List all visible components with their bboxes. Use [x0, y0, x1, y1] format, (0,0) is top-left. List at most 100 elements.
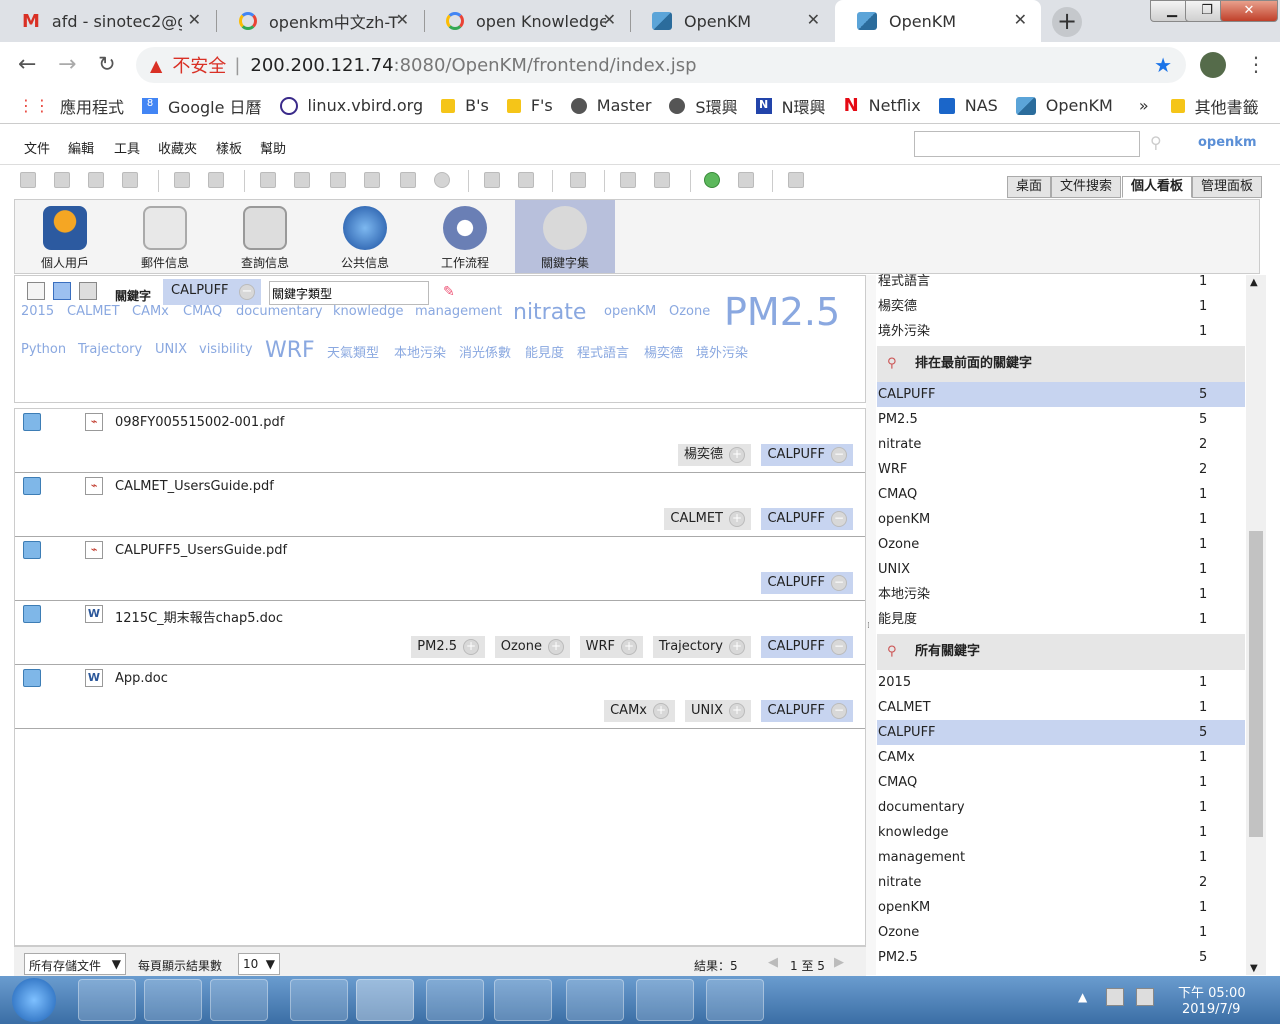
keyword-stat-row[interactable]: 境外污染 1 [877, 319, 1245, 344]
per-page-select[interactable]: 10 ▼ [238, 953, 280, 975]
menu-templates[interactable]: 樣板 [216, 138, 242, 157]
add-tag-icon[interactable]: + [729, 447, 745, 463]
add-to-folder-icon[interactable] [23, 541, 41, 559]
remove-property-icon[interactable] [518, 172, 534, 188]
reload-icon[interactable]: ↻ [98, 52, 116, 76]
delete-icon[interactable] [434, 172, 450, 188]
checkout-icon[interactable] [364, 172, 380, 188]
remove-tag-icon[interactable]: − [831, 575, 847, 591]
lock-icon[interactable] [174, 172, 190, 188]
add-property-icon[interactable] [484, 172, 500, 188]
keyword-stat-row[interactable]: documentary 1 [877, 795, 1245, 820]
tab-openkm-active[interactable]: OpenKM ✕ [835, 0, 1041, 42]
menu-edit[interactable]: 編輯 [68, 138, 94, 157]
back-icon[interactable]: ← [18, 52, 36, 77]
profile-avatar[interactable] [1200, 52, 1226, 78]
add-tag-icon[interactable]: + [463, 639, 479, 655]
clear-filter-icon[interactable]: ✎ [443, 284, 455, 300]
keyword-chip[interactable]: Trajectory + [652, 636, 751, 658]
tab-desktop[interactable]: 桌面 [1007, 176, 1052, 198]
checkin-icon[interactable] [400, 172, 416, 188]
keyword-stat-row[interactable]: openKM 1 [877, 507, 1245, 532]
document-row[interactable]: ⌁ 098FY005515002-001.pdf CALPUFF − 楊奕德 + [15, 409, 865, 473]
edit-document-icon[interactable] [330, 172, 346, 188]
bookmark-folder-f[interactable]: F's [506, 96, 553, 115]
keyword-stat-row[interactable]: 程式語言 1 [877, 269, 1245, 294]
bookmark-folder-b[interactable]: B's [441, 96, 489, 115]
keyword-stat-row[interactable]: CALPUFF 5 [877, 382, 1245, 407]
bookmark-netflix[interactable]: N Netflix [844, 95, 921, 116]
cloud-keyword[interactable]: knowledge [333, 304, 403, 319]
workflow-gear-icon[interactable] [570, 172, 586, 188]
view-medium-icon[interactable] [53, 282, 71, 300]
bookmark-openkm[interactable]: OpenKM [1015, 96, 1113, 115]
menu-tools[interactable]: 工具 [114, 138, 140, 157]
taskbar-terminal-icon[interactable] [290, 979, 348, 1021]
cloud-keyword[interactable]: PM2.5 [724, 290, 840, 334]
cloud-keyword[interactable]: CAMx [132, 304, 169, 319]
keyword-stat-row[interactable]: management 1 [877, 845, 1245, 870]
bookmark-google-calendar[interactable]: 8 Google 日曆 [142, 94, 262, 118]
document-name[interactable]: 098FY005515002-001.pdf [115, 415, 284, 430]
tab-gmail[interactable]: M afd - sinotec2@gr ✕ [0, 0, 215, 42]
keyword-chip[interactable]: CAMx + [604, 700, 675, 722]
cloud-keyword[interactable]: Trajectory [78, 342, 142, 357]
keyword-stat-row[interactable]: 2015 1 [877, 670, 1245, 695]
forward-icon[interactable]: → [58, 52, 76, 77]
keyword-stat-row[interactable]: 本地污染 1 [877, 582, 1245, 607]
home-tool-icon[interactable] [20, 172, 36, 188]
tray-network-icon[interactable] [1136, 988, 1154, 1006]
cloud-keyword[interactable]: CMAQ [183, 304, 222, 319]
keyword-stat-row[interactable]: CALMET 1 [877, 695, 1245, 720]
taskbar-network2-icon[interactable] [494, 979, 552, 1021]
keyword-stat-row[interactable]: PM2.5 5 [877, 407, 1245, 432]
cloud-keyword[interactable]: 本地污染 [394, 342, 446, 361]
bookmark-s[interactable]: S環興 [669, 94, 738, 118]
tab-google-knowledge[interactable]: open Knowledge ✕ [424, 0, 630, 42]
taskbar-explorer-icon[interactable] [144, 979, 202, 1021]
cloud-keyword[interactable]: 2015 [21, 304, 54, 319]
taskbar-ie-icon[interactable] [210, 979, 268, 1021]
keyword-chip[interactable]: CALPUFF − [761, 636, 853, 658]
keyword-stat-row[interactable]: Ozone 1 [877, 532, 1245, 557]
scroll-down-icon[interactable]: ▼ [1250, 963, 1258, 974]
remove-tag-icon[interactable]: − [831, 511, 847, 527]
keyword-stat-row[interactable]: CMAQ 1 [877, 482, 1245, 507]
cloud-keyword[interactable]: CALMET [67, 304, 120, 319]
tray-arrow-icon[interactable]: ▲ [1078, 990, 1087, 1004]
dash-workflow[interactable]: 工作流程 [415, 200, 515, 273]
scroll-up-icon[interactable]: ▲ [1250, 277, 1258, 288]
bookmark-master[interactable]: Master [570, 96, 651, 115]
add-tag-icon[interactable]: + [729, 703, 745, 719]
taskbar-outlook-icon[interactable] [426, 979, 484, 1021]
keyword-stat-row[interactable]: openKM 1 [877, 895, 1245, 920]
remove-tag-icon[interactable]: − [831, 703, 847, 719]
bookmark-vbird[interactable]: linux.vbird.org [279, 96, 423, 115]
search-input[interactable] [914, 131, 1140, 157]
tray-flag-icon[interactable] [1106, 988, 1124, 1006]
cloud-keyword[interactable]: management [415, 304, 502, 319]
keyword-chip[interactable]: CALMET + [664, 508, 751, 530]
remove-keyword-icon[interactable]: − [239, 284, 255, 300]
print-icon[interactable] [122, 172, 138, 188]
keyword-stat-row[interactable]: Ozone 1 [877, 920, 1245, 945]
close-tab-icon[interactable]: ✕ [1014, 10, 1027, 29]
address-bar[interactable]: ▲ 不安全 | 200.200.121.74 :8080/OpenKM/fron… [136, 47, 1186, 83]
remove-tag-icon[interactable]: − [831, 639, 847, 655]
bookmark-more-button[interactable]: » [1139, 96, 1149, 115]
close-tab-icon[interactable]: ✕ [396, 10, 409, 29]
unlock-icon[interactable] [208, 172, 224, 188]
add-to-folder-icon[interactable] [23, 413, 41, 431]
keyword-chip[interactable]: WRF + [579, 636, 643, 658]
document-name[interactable]: App.doc [115, 671, 168, 686]
cloud-keyword[interactable]: UNIX [155, 342, 187, 357]
cloud-keyword[interactable]: Python [21, 342, 66, 357]
keyword-chip[interactable]: CALPUFF − [761, 572, 853, 594]
keyword-chip[interactable]: PM2.5 + [411, 636, 485, 658]
add-to-folder-icon[interactable] [23, 605, 41, 623]
keyword-chip[interactable]: CALPUFF − [761, 700, 853, 722]
document-name[interactable]: CALMET_UsersGuide.pdf [115, 479, 274, 494]
keyword-stat-row[interactable]: UNIX 1 [877, 557, 1245, 582]
keyword-type-input[interactable] [269, 281, 429, 305]
document-row[interactable]: ⌁ CALPUFF5_UsersGuide.pdf CALPUFF − [15, 537, 865, 601]
